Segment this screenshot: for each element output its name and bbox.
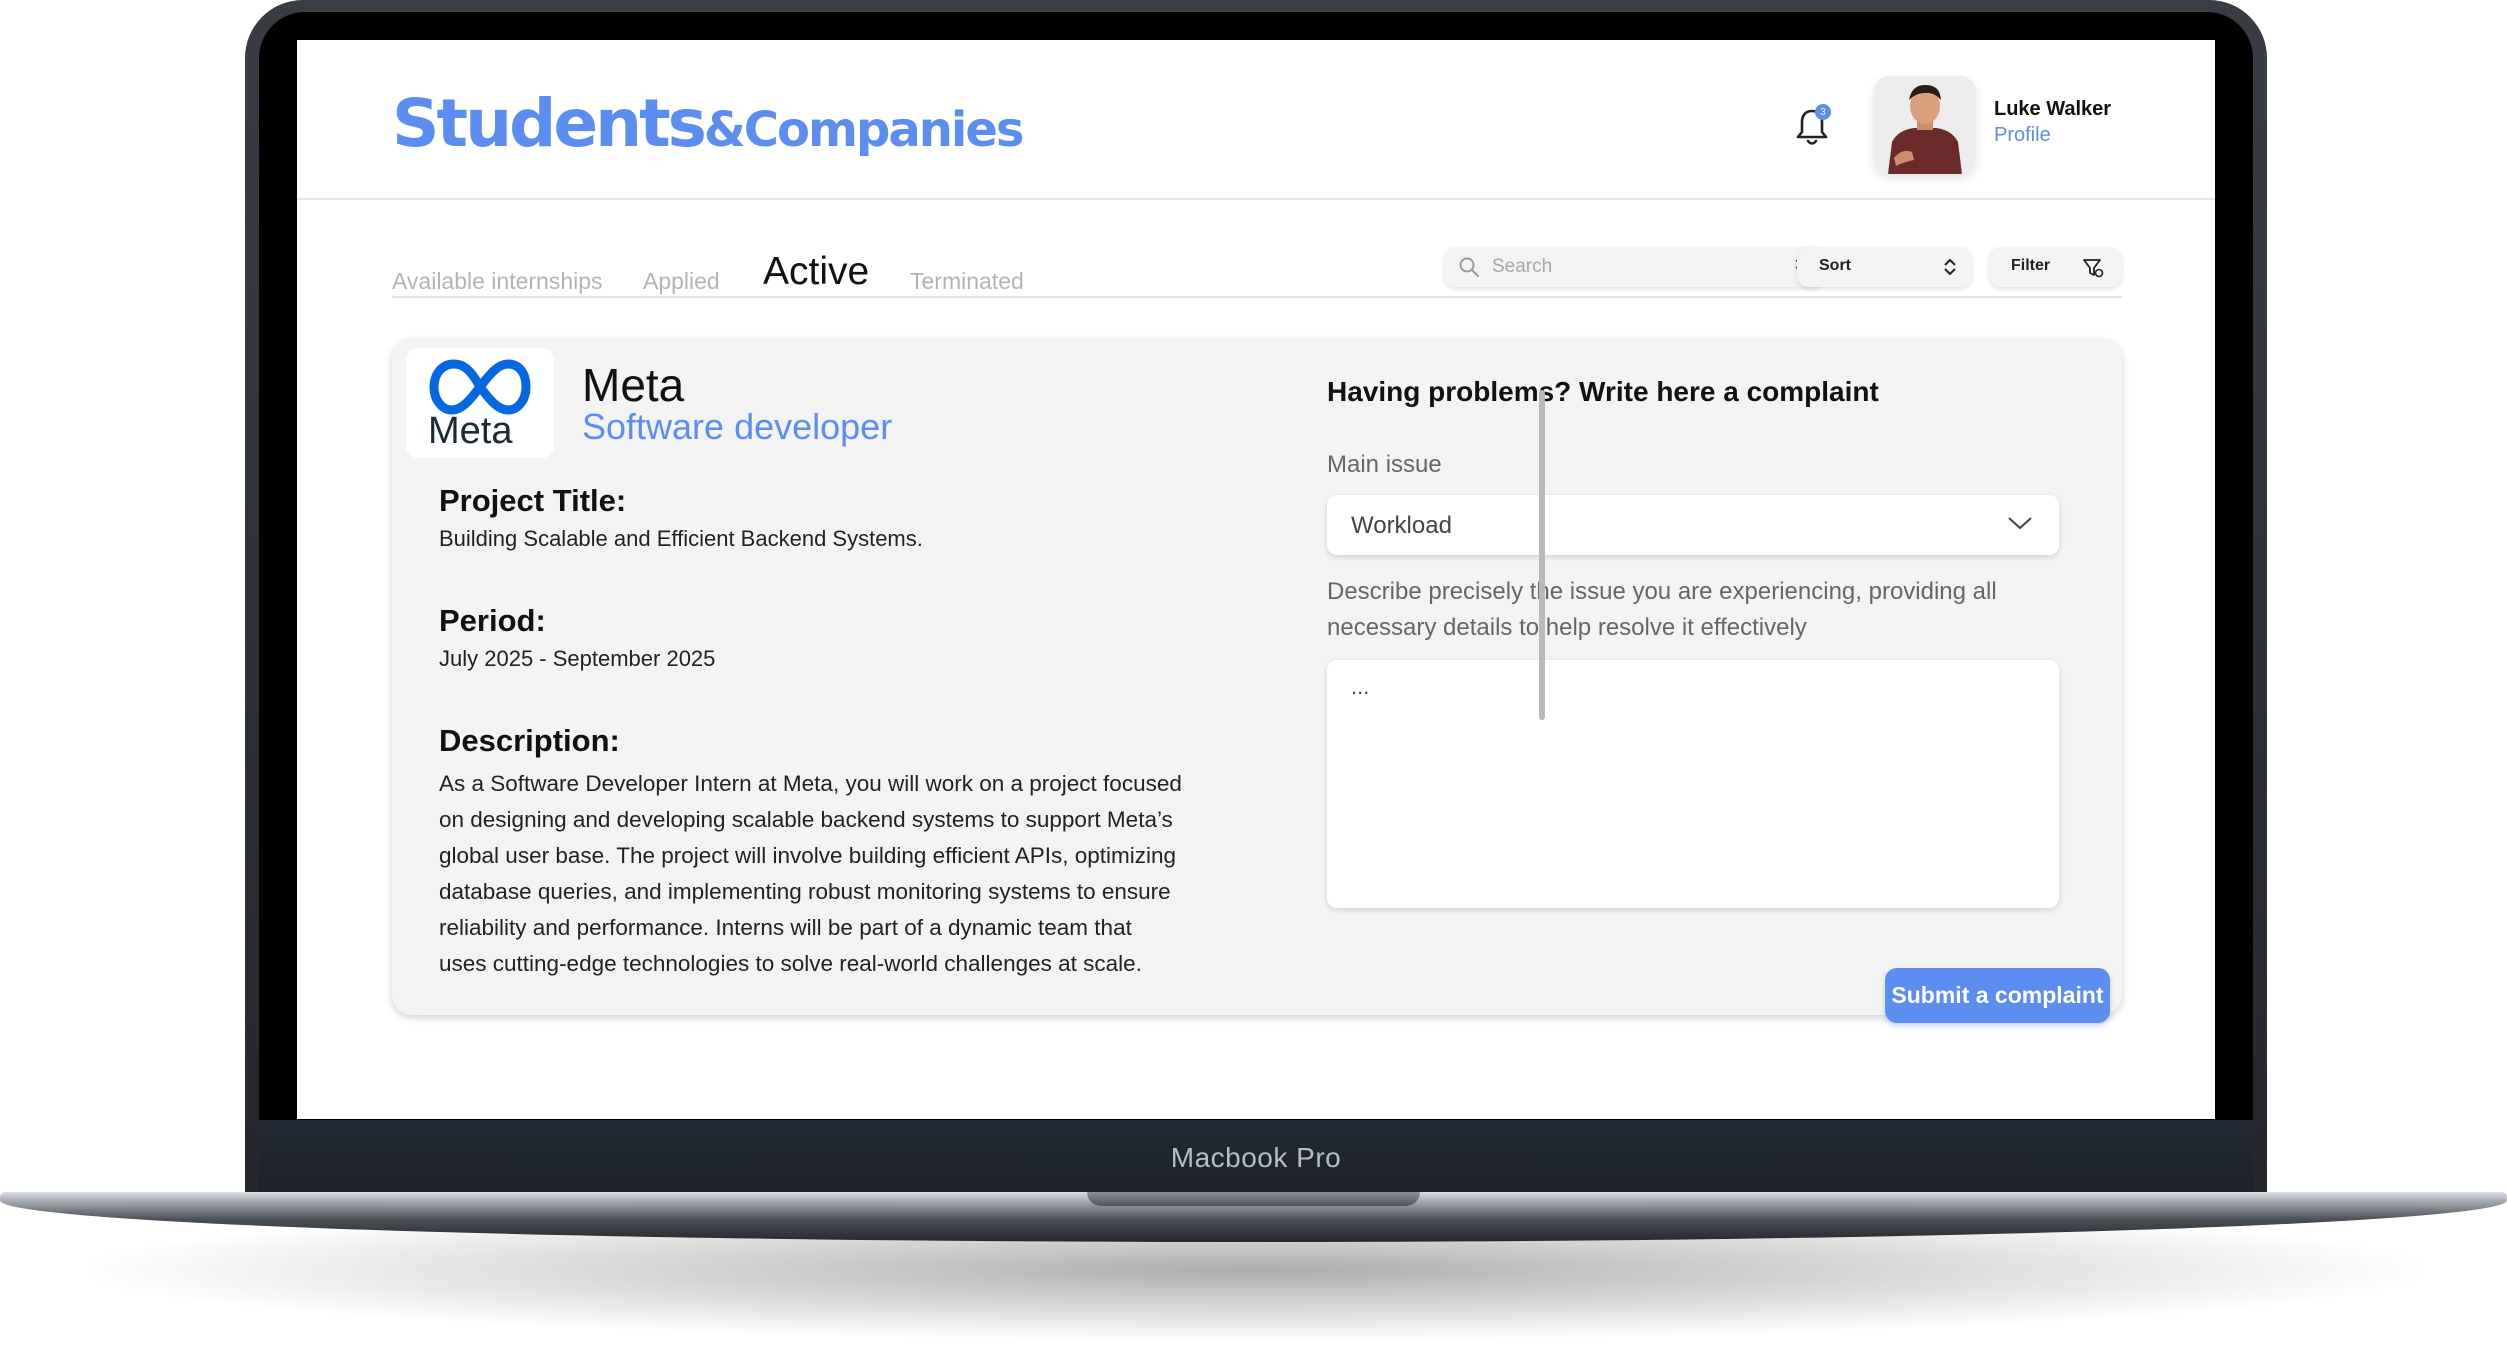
period-heading: Period:: [439, 603, 546, 638]
search-icon: [1459, 257, 1479, 277]
main-issue-label: Main issue: [1327, 451, 1442, 478]
project-title-value: Building Scalable and Efficient Backend …: [439, 526, 923, 551]
search-input[interactable]: [1492, 253, 1772, 281]
description-heading: Description:: [439, 723, 620, 758]
complaint-details-field[interactable]: [1327, 660, 2059, 908]
chevron-down-icon: [2008, 517, 2032, 530]
main-issue-value: Workload: [1351, 512, 1452, 539]
brand-main: Students: [392, 85, 707, 162]
device-label: Macbook Pro: [1170, 1141, 1342, 1173]
app-screen: Students&Companies 3 Luke Walker Profile…: [297, 40, 2215, 1119]
company-logo: Meta: [406, 348, 554, 458]
details-help-text: Describe precisely the issue you are exp…: [1327, 578, 1997, 641]
tab-active[interactable]: Active: [763, 250, 869, 294]
sort-label: Sort: [1819, 257, 1851, 274]
role-title: Software developer: [582, 406, 893, 447]
filter-button[interactable]: Filter: [1989, 247, 2122, 287]
sort-button[interactable]: Sort: [1797, 247, 1972, 287]
avatar[interactable]: [1874, 76, 1976, 174]
meta-infinity-icon: [429, 359, 531, 415]
laptop-chin: Macbook Pro: [259, 1120, 2253, 1195]
internship-card: Meta Meta Software developer Project Tit…: [392, 338, 2122, 1023]
search-box[interactable]: ×: [1444, 247, 1825, 287]
filter-label: Filter: [2011, 257, 2051, 274]
complaint-title: Having problems? Write here a complaint: [1327, 376, 1879, 407]
notification-badge: 3: [1815, 104, 1831, 120]
tab-applied[interactable]: Applied: [643, 268, 720, 295]
brand-sub: &Companies: [703, 102, 1025, 158]
filter-icon: [2083, 259, 2104, 278]
sort-chevrons-icon: [1944, 258, 1956, 276]
company-name: Meta: [582, 359, 685, 411]
scrollbar[interactable]: [1539, 390, 1545, 720]
tab-terminated[interactable]: Terminated: [910, 268, 1024, 295]
company-logo-text: Meta: [428, 410, 513, 452]
project-title-heading: Project Title:: [439, 483, 627, 518]
submit-complaint-button[interactable]: Submit a complaint: [1885, 968, 2110, 1023]
avatar-person-image: [1874, 76, 1976, 174]
brand-logo[interactable]: Students&Companies: [392, 85, 1025, 162]
top-bar: Students&Companies 3 Luke Walker Profile: [297, 40, 2215, 200]
main-issue-select[interactable]: Workload: [1327, 495, 2059, 555]
period-value: July 2025 - September 2025: [439, 646, 716, 671]
description-text: As a Software Developer Intern at Meta, …: [439, 771, 1182, 976]
profile-link[interactable]: Profile: [1994, 124, 2051, 147]
tab-available-internships[interactable]: Available internships: [392, 268, 603, 295]
laptop-notch: [1087, 1192, 1420, 1206]
tabs-divider: [392, 296, 2122, 298]
user-name: Luke Walker: [1994, 98, 2112, 120]
